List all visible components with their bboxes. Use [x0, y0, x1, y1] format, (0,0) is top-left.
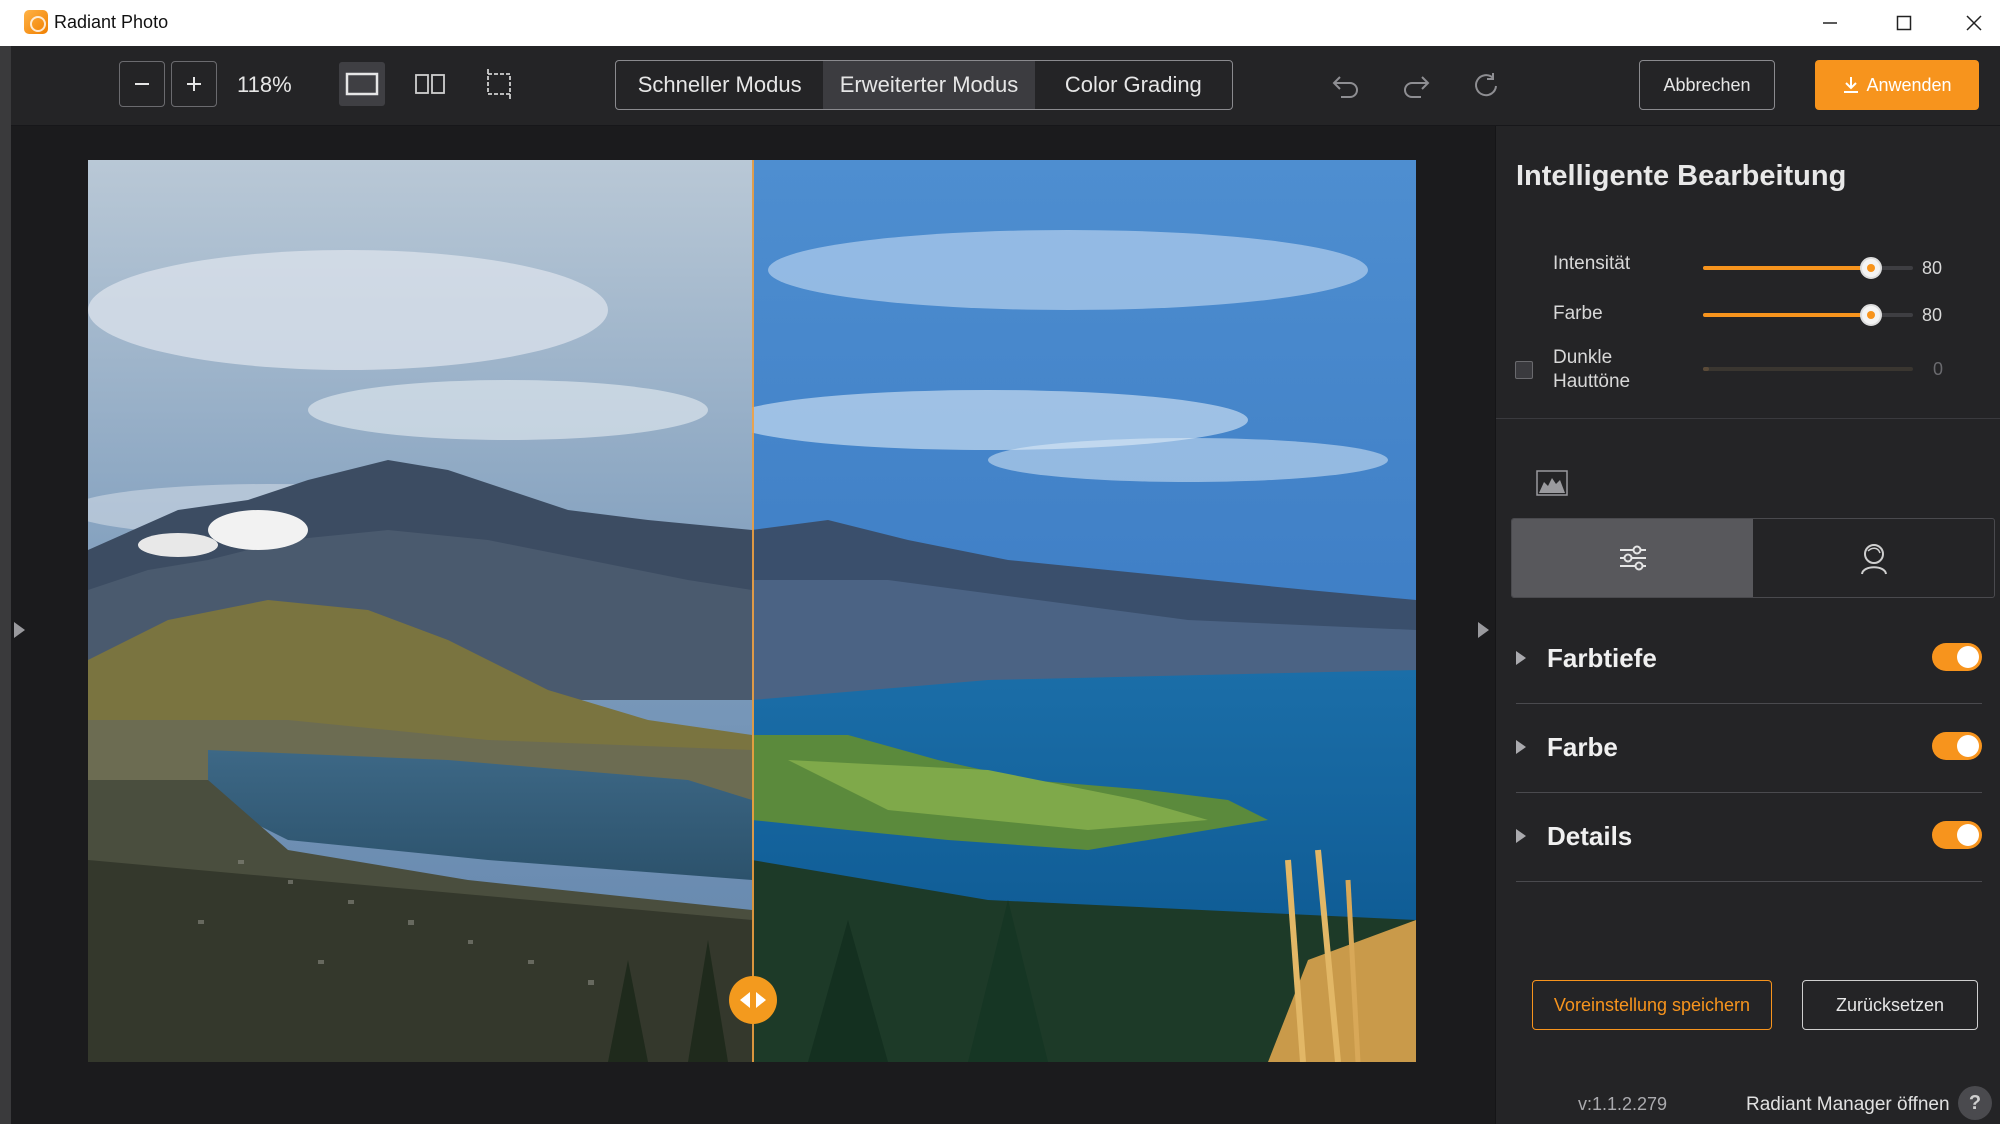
details-toggle[interactable] [1932, 821, 1982, 849]
zoom-in-button[interactable] [171, 61, 217, 107]
right-panel: Intelligente Bearbeitung Intensität 80 F… [1495, 126, 2000, 1124]
section-divider [1516, 792, 1982, 793]
mode-switcher: Schneller Modus Erweiterter Modus Color … [615, 60, 1233, 110]
close-icon[interactable] [1944, 4, 2000, 42]
download-icon [1844, 77, 1859, 93]
section-divider [1516, 881, 1982, 882]
zoom-out-button[interactable] [119, 61, 165, 107]
save-preset-button[interactable]: Voreinstellung speichern [1532, 980, 1772, 1030]
slider-fill [1703, 313, 1871, 317]
section-label: Farbe [1547, 732, 1618, 762]
section-divider [1516, 703, 1982, 704]
tab-schneller-modus[interactable]: Schneller Modus [616, 61, 823, 109]
single-view-button[interactable] [339, 62, 385, 106]
left-edge-strip [0, 46, 11, 1124]
slider-value-dunkle-hauttoene: 0 [1933, 359, 1944, 379]
section-label: Farbtiefe [1547, 643, 1657, 673]
expand-arrow-icon[interactable] [1516, 651, 1526, 665]
section-farbe[interactable]: Farbe [1516, 705, 1982, 793]
split-view-icon [415, 74, 445, 94]
crop-button[interactable] [476, 62, 522, 106]
expand-arrow-icon[interactable] [1516, 829, 1526, 843]
reset-button[interactable]: Zurücksetzen [1802, 980, 1978, 1030]
reset-icon [1475, 73, 1497, 97]
dunkle-hauttoene-checkbox[interactable] [1515, 361, 1533, 379]
section-details[interactable]: Details [1516, 794, 1982, 882]
title-bar: Radiant Photo [0, 0, 2000, 46]
split-compare-handle-icon[interactable] [729, 976, 777, 1024]
redo-button[interactable] [1393, 64, 1439, 106]
panel-title: Intelligente Bearbeitung [1516, 160, 1847, 192]
left-panel-toggle-icon[interactable] [14, 622, 25, 638]
histogram-icon[interactable] [1536, 470, 1568, 501]
right-panel-toggle-icon[interactable] [1478, 622, 1489, 638]
app-title: Radiant Photo [54, 12, 169, 32]
maximize-icon[interactable] [1874, 4, 1934, 42]
adjustments-icon [1619, 545, 1646, 571]
panel-tabs [1511, 518, 1995, 598]
slider-label-intensitaet: Intensität [1553, 253, 1631, 274]
panel-divider [1496, 418, 2000, 419]
minimize-icon[interactable] [1800, 4, 1860, 42]
undo-icon [1332, 76, 1358, 98]
help-icon[interactable]: ? [1958, 1086, 1992, 1120]
redo-icon [1404, 76, 1430, 98]
plus-icon [187, 77, 201, 91]
reset-history-button[interactable] [1463, 64, 1509, 106]
portrait-icon [1860, 544, 1887, 575]
slider-thumb[interactable] [1860, 304, 1882, 326]
split-divider[interactable] [752, 160, 754, 1062]
farbtiefe-toggle[interactable] [1932, 643, 1982, 671]
zoom-level: 118% [237, 72, 292, 97]
apply-button[interactable]: Anwenden [1815, 60, 1979, 110]
cancel-button[interactable]: Abbrechen [1639, 60, 1775, 110]
split-view-button[interactable] [407, 62, 453, 106]
slider-fill [1703, 266, 1871, 270]
section-farbtiefe[interactable]: Farbtiefe [1516, 616, 1982, 704]
farbe-slider[interactable] [1703, 304, 1913, 326]
slider-thumb[interactable] [1860, 257, 1882, 279]
slider-value-farbe: 80 [1922, 305, 1943, 325]
undo-button[interactable] [1323, 64, 1369, 106]
radiant-manager-link[interactable]: Radiant Manager öffnen [1746, 1094, 1950, 1116]
version-label: v:1.1.2.279 [1578, 1094, 1668, 1114]
tab-adjustments[interactable] [1512, 519, 1753, 597]
farbe-toggle[interactable] [1932, 732, 1982, 760]
slider-label-dunkle-hauttoene: Dunkle Hauttöne [1553, 347, 1631, 392]
minus-icon [135, 83, 149, 85]
expand-arrow-icon[interactable] [1516, 740, 1526, 754]
dunkle-hauttoene-slider[interactable] [1703, 367, 1913, 371]
single-view-icon [345, 72, 379, 96]
apply-label: Anwenden [1866, 74, 1952, 95]
tab-color-grading[interactable]: Color Grading [1035, 61, 1232, 109]
crop-icon [487, 69, 511, 99]
tab-erweiterter-modus[interactable]: Erweiterter Modus [823, 61, 1035, 109]
radiant-photo-icon [24, 10, 48, 34]
slider-value-intensitaet: 80 [1922, 258, 1943, 278]
toolbar: 118% Schneller Modus Erweiterter Modus C… [11, 46, 2000, 126]
section-label: Details [1547, 821, 1633, 851]
tab-portrait[interactable] [1753, 519, 1994, 597]
slider-fill [1703, 367, 1710, 371]
slider-label-farbe: Farbe [1553, 303, 1603, 324]
intensitaet-slider[interactable] [1703, 257, 1913, 279]
